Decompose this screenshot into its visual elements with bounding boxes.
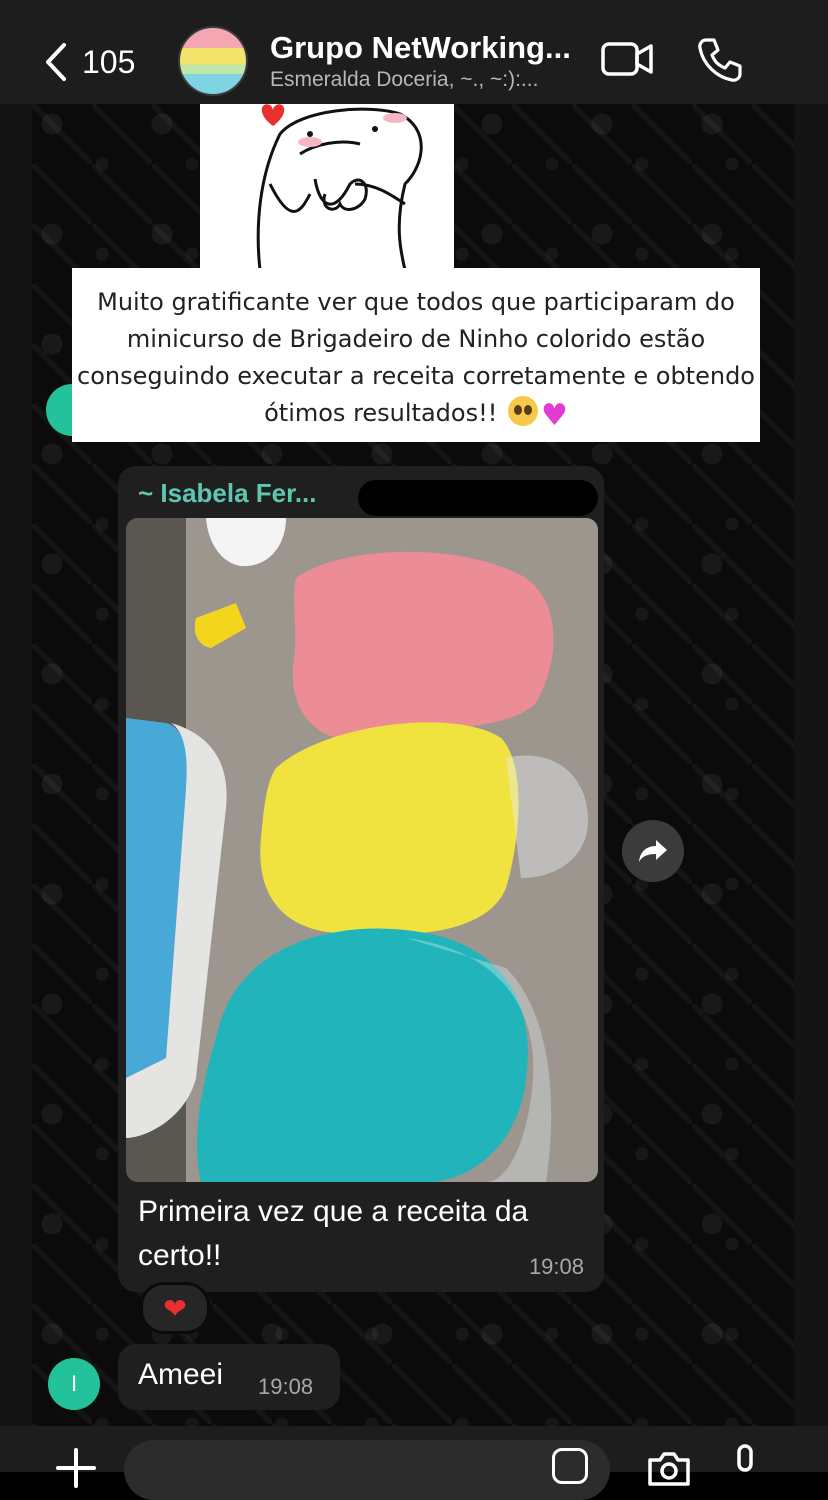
forward-button[interactable] (622, 820, 684, 882)
message-photo[interactable] (126, 518, 598, 1182)
message-time: 19:08 (528, 1254, 584, 1279)
voice-call-button[interactable] (696, 36, 744, 84)
unread-count: 105 (82, 43, 136, 80)
plus-icon (56, 1448, 96, 1488)
sticker-drawing (256, 104, 423, 271)
group-avatar[interactable] (178, 26, 248, 96)
attach-button[interactable] (56, 1448, 96, 1488)
phone-icon (698, 38, 742, 82)
video-camera-icon (601, 42, 653, 76)
chat-header: 105 Grupo NetWorking... Esmeralda Doceri… (0, 0, 828, 104)
group-members[interactable]: Esmeralda Doceria, ~., ~:):... (270, 68, 538, 92)
caption-card: Muito gratificante ver que todos que par… (72, 268, 760, 442)
pleading-face-emoji-icon (507, 396, 538, 426)
sender-avatar-initial[interactable]: I (48, 1358, 100, 1410)
heart-reaction[interactable]: ❤ (140, 1282, 210, 1334)
sender-name[interactable]: ~ Isabela Fer... (138, 478, 317, 509)
sticker-image[interactable] (200, 104, 454, 271)
caption-text: Muito gratificante ver que todos que par… (77, 288, 755, 427)
camera-button[interactable] (646, 1450, 692, 1486)
frame-left (0, 0, 32, 1472)
message-input[interactable] (124, 1440, 610, 1500)
frame-right (794, 0, 828, 1472)
message-text: Primeira vez que a receita da certo!! (138, 1195, 529, 1272)
camera-icon (648, 1452, 690, 1486)
chevron-left-icon (46, 43, 66, 81)
red-heart-emoji-icon: ❤ (163, 1292, 187, 1324)
image-message-bubble[interactable]: ~ Isabela Fer... Primeira vez que a rece… (118, 466, 604, 1292)
back-button[interactable]: 105 (44, 38, 154, 86)
photo-content (126, 518, 598, 1182)
forward-icon (639, 840, 667, 862)
microphone-icon (737, 1444, 753, 1472)
message-time: 19:08 (258, 1374, 314, 1399)
pink-heart-emoji-icon: ♥ (540, 398, 568, 433)
microphone-button[interactable] (730, 1444, 760, 1484)
redacted-phone-number (358, 480, 598, 516)
message-bubble[interactable]: Ameei 19:08 (118, 1344, 340, 1410)
video-call-button[interactable] (600, 38, 656, 80)
sticker-icon[interactable] (552, 1448, 588, 1484)
group-name[interactable]: Grupo NetWorking... (270, 30, 571, 66)
message-text: Ameei (138, 1358, 224, 1391)
